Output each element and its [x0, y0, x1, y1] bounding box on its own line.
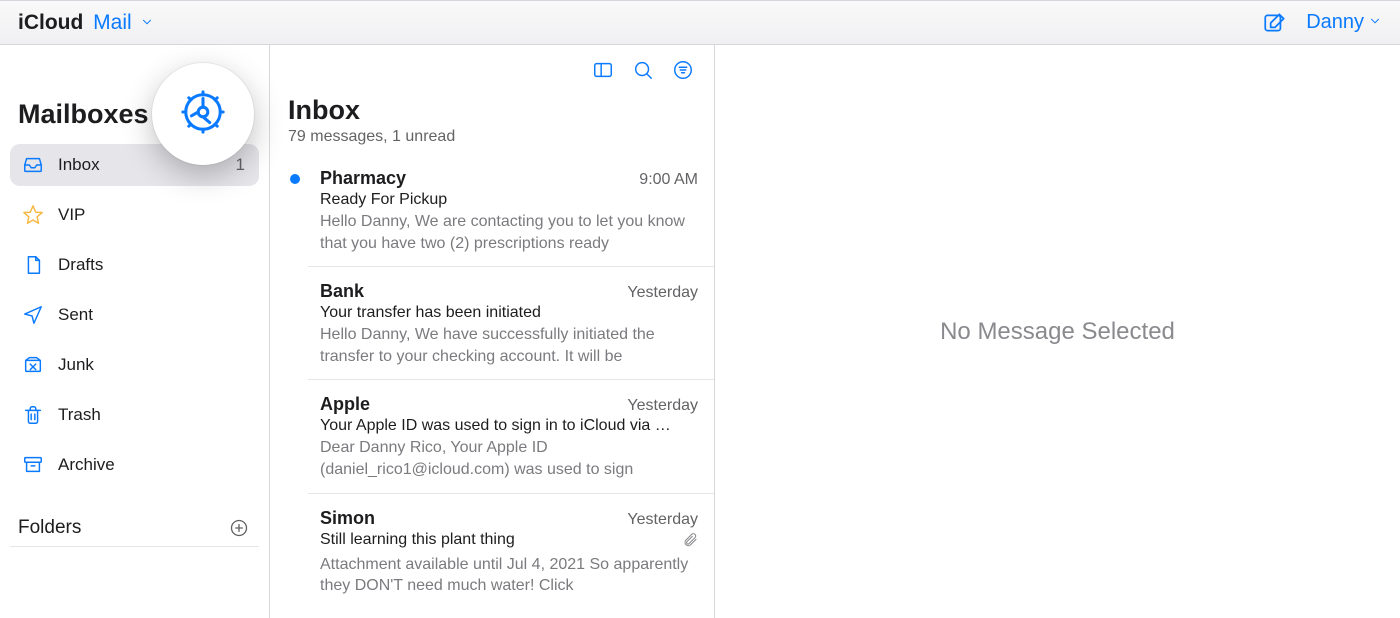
sidebar-item-label: Trash	[58, 405, 245, 425]
sent-icon	[22, 304, 44, 326]
star-icon	[22, 204, 44, 226]
list-title: Inbox	[288, 95, 696, 126]
message-subject: Your Apple ID was used to sign in to iCl…	[320, 417, 671, 435]
sidebar-item-label: Archive	[58, 455, 245, 475]
filter-icon[interactable]	[670, 57, 696, 83]
message-time: Yesterday	[627, 284, 698, 302]
message-preview: Attachment available until Jul 4, 2021 S…	[320, 554, 698, 597]
message-time: Yesterday	[627, 511, 698, 529]
unread-dot-icon	[290, 174, 300, 184]
message-row[interactable]: Apple Yesterday Your Apple ID was used t…	[308, 380, 714, 493]
empty-state-text: No Message Selected	[940, 318, 1175, 346]
chevron-down-icon	[140, 11, 154, 34]
sidebar-item-label: Sent	[58, 305, 245, 325]
chevron-down-icon	[1368, 11, 1382, 34]
junk-icon	[22, 354, 44, 376]
sidebar-item-label: VIP	[58, 205, 245, 225]
sidebar-item-trash[interactable]: Trash	[10, 394, 259, 436]
folders-label: Folders	[18, 517, 81, 539]
search-icon[interactable]	[630, 57, 656, 83]
message-subject: Still learning this plant thing	[320, 531, 515, 552]
brand-prefix: iCloud	[18, 11, 83, 34]
message-preview: Hello Danny, We have successfully initia…	[320, 324, 698, 367]
message-subject: Your transfer has been initiated	[320, 304, 541, 322]
trash-icon	[22, 404, 44, 426]
message-list-pane: Inbox 79 messages, 1 unread Pharmacy 9:0…	[270, 45, 715, 618]
sidebar: Mailboxes Inbox 1 VIP Drafts Sent	[0, 45, 270, 618]
message-sender: Pharmacy	[320, 168, 406, 189]
list-subtitle: 79 messages, 1 unread	[288, 128, 696, 146]
add-folder-button[interactable]	[227, 516, 251, 540]
sidebar-item-label: Drafts	[58, 255, 245, 275]
drafts-icon	[22, 254, 44, 276]
message-preview: Hello Danny, We are contacting you to le…	[320, 211, 698, 254]
message-detail-pane: No Message Selected	[715, 45, 1400, 618]
sidebar-item-label: Junk	[58, 355, 245, 375]
folders-header: Folders	[10, 508, 259, 547]
message-preview: Dear Danny Rico, Your Apple ID (daniel_r…	[320, 437, 698, 480]
user-name: Danny	[1306, 11, 1364, 34]
sidebar-item-badge: 1	[236, 155, 245, 175]
sidebar-item-archive[interactable]: Archive	[10, 444, 259, 486]
message-row[interactable]: Bank Yesterday Your transfer has been in…	[308, 267, 714, 380]
settings-gear-callout[interactable]	[152, 63, 254, 165]
account-menu[interactable]: Danny	[1306, 11, 1382, 34]
sidebar-item-vip[interactable]: VIP	[10, 194, 259, 236]
list-toolbar	[270, 45, 714, 95]
message-sender: Simon	[320, 508, 375, 529]
top-bar: iCloud Mail Danny	[0, 0, 1400, 45]
archive-icon	[22, 454, 44, 476]
inbox-icon	[22, 154, 44, 176]
gear-icon	[180, 89, 226, 140]
message-sender: Apple	[320, 394, 370, 415]
message-time: 9:00 AM	[639, 171, 698, 189]
message-subject: Ready For Pickup	[320, 191, 447, 209]
compose-button[interactable]	[1258, 6, 1292, 40]
toggle-pane-icon[interactable]	[590, 57, 616, 83]
brand-app: Mail	[93, 11, 132, 34]
sidebar-item-sent[interactable]: Sent	[10, 294, 259, 336]
message-sender: Bank	[320, 281, 364, 302]
message-time: Yesterday	[627, 397, 698, 415]
app-switcher[interactable]: iCloud Mail	[18, 11, 154, 35]
attachment-icon	[682, 531, 698, 552]
message-row[interactable]: Simon Yesterday Still learning this plan…	[308, 494, 714, 609]
sidebar-item-junk[interactable]: Junk	[10, 344, 259, 386]
message-row[interactable]: Pharmacy 9:00 AM Ready For Pickup Hello …	[308, 154, 714, 267]
sidebar-item-drafts[interactable]: Drafts	[10, 244, 259, 286]
